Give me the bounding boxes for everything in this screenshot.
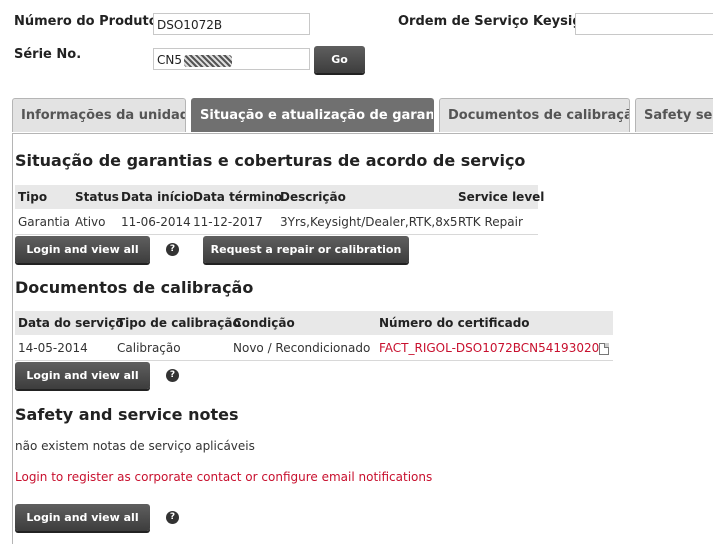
cell-service-date: 14-05-2014 xyxy=(18,341,88,355)
no-service-notes-text: não existem notas de serviço aplicáveis xyxy=(15,439,255,453)
tab-calibration-documents[interactable]: Documentos de calibração xyxy=(439,98,630,132)
product-number-label: Número do Produto xyxy=(14,14,158,29)
table-row: Garantia Ativo 11-06-2014 11-12-2017 3Yr… xyxy=(15,210,538,235)
tab-safety-service[interactable]: Safety serv xyxy=(635,98,713,132)
tab-bar: Informações da unidade Situação e atuali… xyxy=(12,98,713,133)
warranty-login-view-all-button[interactable]: Login and view all xyxy=(15,236,150,263)
safety-login-view-all-button[interactable]: Login and view all xyxy=(15,504,150,531)
col-end-date: Data término xyxy=(193,190,283,204)
col-type: Tipo xyxy=(18,190,48,204)
col-service-level: Service level xyxy=(458,190,545,204)
help-icon[interactable]: ? xyxy=(166,511,179,524)
cell-condition: Novo / Recondicionado xyxy=(233,341,371,355)
col-condition: Condição xyxy=(233,316,295,330)
col-certificate-number: Número do certificado xyxy=(379,316,530,330)
calibration-login-view-all-button[interactable]: Login and view all xyxy=(15,362,150,389)
col-calibration-type: Tipo de calibração xyxy=(117,316,241,330)
help-icon[interactable]: ? xyxy=(166,243,179,256)
register-contact-link[interactable]: Login to register as corporate contact o… xyxy=(15,470,432,484)
serial-number-value: CN5 xyxy=(157,53,182,67)
cell-start-date: 11-06-2014 xyxy=(121,215,191,229)
cell-type: Garantia xyxy=(18,215,70,229)
cell-end-date: 11-12-2017 xyxy=(193,215,263,229)
table-row: 14-05-2014 Calibração Novo / Recondicion… xyxy=(15,336,613,361)
col-start-date: Data início xyxy=(121,190,194,204)
warranty-section-title: Situação de garantias e coberturas de ac… xyxy=(15,151,526,170)
warranty-table-header: Tipo Status Data início Data término Des… xyxy=(15,185,544,209)
tab-unit-info[interactable]: Informações da unidade xyxy=(12,98,186,132)
calibration-section-title: Documentos de calibração xyxy=(15,278,254,297)
service-order-label: Ordem de Serviço Keysight xyxy=(398,14,598,29)
calibration-table-header: Data do serviço Tipo de calibração Condi… xyxy=(15,311,613,335)
col-description: Descrição xyxy=(280,190,346,204)
cell-service-level: RTK Repair xyxy=(458,215,523,229)
cell-status: Ativo xyxy=(75,215,106,229)
safety-section-title: Safety and service notes xyxy=(15,405,239,424)
col-status: Status xyxy=(75,190,119,204)
col-service-date: Data do serviço xyxy=(18,316,124,330)
request-repair-button[interactable]: Request a repair or calibration xyxy=(203,236,409,263)
help-icon[interactable]: ? xyxy=(166,369,179,382)
certificate-link[interactable]: FACT_RIGOL-DSO1072BCN54193020 xyxy=(379,341,599,355)
serial-number-field[interactable]: CN5 xyxy=(153,48,310,70)
service-order-field[interactable] xyxy=(575,13,713,35)
serial-number-label: Série No. xyxy=(14,47,82,62)
product-number-field[interactable]: DSO1072B xyxy=(153,13,310,35)
cell-calibration-type: Calibração xyxy=(117,341,181,355)
cell-description: 3Yrs,Keysight/Dealer,RTK,8x5 xyxy=(280,215,458,229)
redaction-mask xyxy=(184,54,232,67)
document-icon[interactable] xyxy=(599,343,609,355)
tab-warranty-status[interactable]: Situação e atualização de garantia xyxy=(191,98,434,132)
go-button[interactable]: Go xyxy=(314,46,365,73)
